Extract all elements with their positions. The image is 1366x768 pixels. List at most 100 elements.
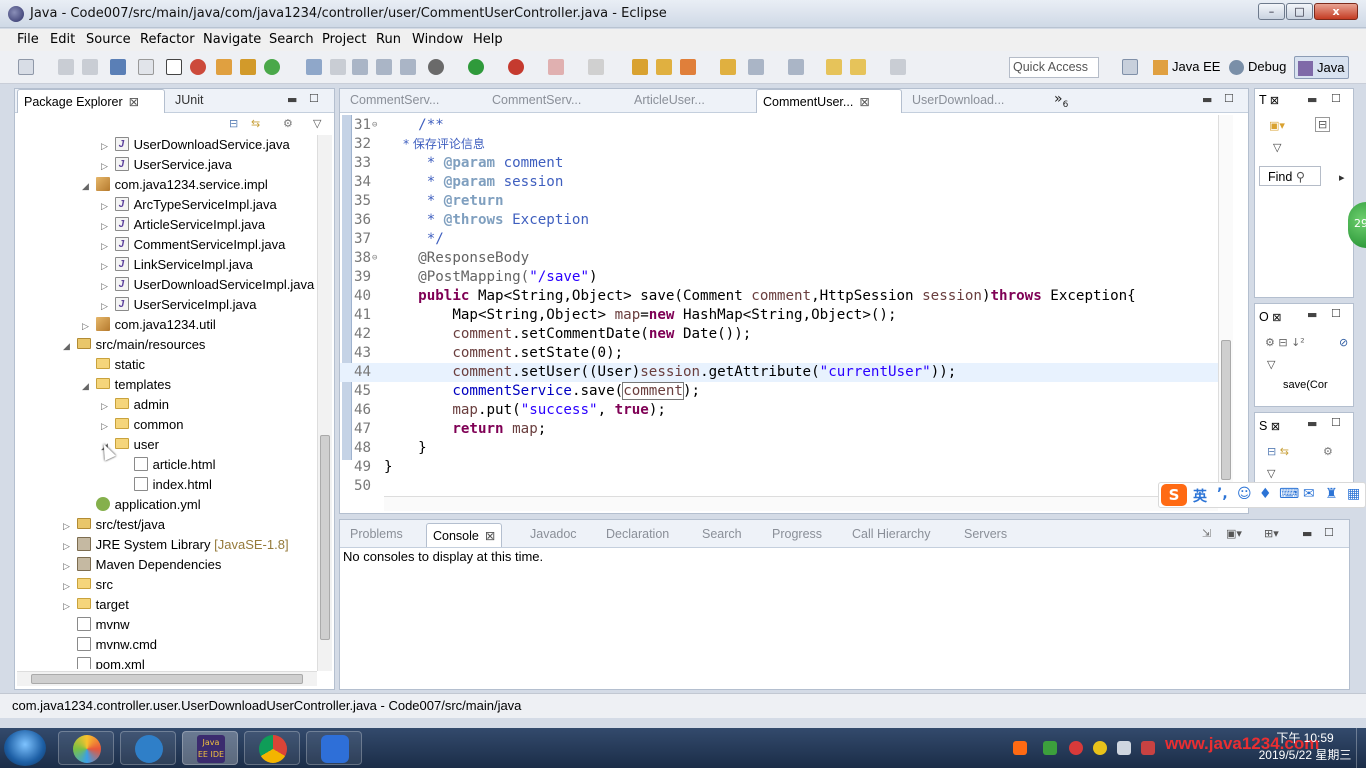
outline-item[interactable]: save(Cor (1283, 379, 1328, 391)
editor-tab[interactable]: CommentServ... (486, 89, 587, 113)
tab-javadoc[interactable]: Javadoc (524, 523, 583, 547)
layout-icon[interactable] (376, 59, 392, 75)
expand-icon[interactable]: ▷ (101, 217, 111, 235)
network-tray-icon[interactable] (1117, 741, 1131, 755)
tree-item[interactable]: ▷ admin (101, 396, 169, 416)
annotation-icon[interactable] (748, 59, 764, 75)
collapse-icon[interactable]: ◢ (82, 177, 92, 195)
expand-icon[interactable]: ▷ (63, 577, 73, 595)
open-folder-icon[interactable] (632, 59, 648, 75)
tree-item[interactable]: ▷ common (101, 416, 183, 436)
perspective-debug[interactable]: Debug (1226, 56, 1290, 79)
menu-refactor[interactable]: Refactor (140, 32, 195, 47)
scroll-thumb[interactable] (320, 435, 330, 640)
run-icon[interactable] (468, 59, 484, 75)
package-icon[interactable] (216, 59, 232, 75)
maximize-view-icon[interactable]: ☐ (1331, 416, 1341, 429)
expand-icon[interactable]: ▷ (101, 297, 111, 315)
maximize-view-icon[interactable]: ☐ (1324, 526, 1334, 539)
outline-tab[interactable]: O ⊠ (1259, 310, 1281, 324)
find-input[interactable]: Find ⚲ (1259, 166, 1321, 186)
class-icon[interactable] (240, 59, 256, 75)
sort-icon[interactable]: ⚙ ⊟ ↓² (1265, 336, 1305, 349)
editor-tabs-overflow[interactable]: »6 (1054, 91, 1068, 110)
back-icon[interactable] (850, 59, 866, 75)
flag-tray-icon[interactable] (1141, 741, 1155, 755)
taskbar-app-wps[interactable] (306, 731, 362, 765)
expand-icon[interactable]: ▷ (101, 157, 111, 175)
tree-item[interactable]: ▷ com.java1234.util (82, 316, 216, 336)
next-annotation-icon[interactable] (788, 59, 804, 75)
editor-tab[interactable]: ArticleUser... (628, 89, 711, 113)
toggle-mark-icon[interactable] (166, 59, 182, 75)
save-all-icon[interactable] (82, 59, 98, 75)
explorer-horizontal-scrollbar[interactable] (17, 671, 317, 686)
tree-item[interactable]: ▷ src/test/java (63, 516, 165, 536)
menu-navigate[interactable]: Navigate (203, 32, 261, 47)
tree-item[interactable]: ▷ Maven Dependencies (63, 556, 221, 576)
tab-servers[interactable]: Servers (958, 523, 1013, 547)
tab-package-explorer[interactable]: Package Explorer ⊠ (17, 89, 165, 113)
ime-toolbar[interactable]: S 英 ’, ☺ ♦ ⌨ ✉ ♜ ▦ (1158, 482, 1366, 508)
last-edit-icon[interactable] (826, 59, 842, 75)
save-icon[interactable] (58, 59, 74, 75)
pin-console-icon[interactable]: ⇲ (1202, 527, 1211, 540)
debug-icon[interactable] (428, 59, 444, 75)
security-tray-icon[interactable] (1043, 741, 1057, 755)
tree-item[interactable]: ▷ UserServiceImpl.java (101, 296, 256, 316)
editor-tab[interactable]: UserDownload... (906, 89, 1010, 113)
stop-icon[interactable] (548, 59, 564, 75)
tree-item[interactable]: ▷ ArticleServiceImpl.java (101, 216, 265, 236)
editor-tab[interactable]: CommentServ... (344, 89, 445, 113)
expand-icon[interactable]: ▷ (101, 417, 111, 435)
code-editor[interactable]: 31 ⊖ /** 32 * 保存评论信息 33 * @param comment … (340, 115, 1236, 496)
menu-run[interactable]: Run (376, 32, 401, 47)
tab-progress[interactable]: Progress (766, 523, 828, 547)
external-tools-icon[interactable] (588, 59, 604, 75)
menu-search[interactable]: Search (269, 32, 314, 47)
taskbar-app-photos[interactable] (58, 731, 114, 765)
close-icon[interactable]: ⊠ (129, 95, 139, 109)
new-icon[interactable] (18, 59, 34, 75)
spring-icon[interactable] (190, 59, 206, 75)
minimize-button[interactable]: – (1258, 3, 1285, 20)
maximize-view-icon[interactable]: ☐ (1331, 92, 1341, 105)
minimize-view-icon[interactable]: ▬ (1202, 93, 1212, 106)
expand-icon[interactable]: ▷ (101, 277, 111, 295)
perspective-java-ee[interactable]: Java EE (1150, 56, 1224, 79)
open-perspective-icon[interactable] (1122, 59, 1138, 75)
menu-source[interactable]: Source (86, 32, 131, 47)
tree-item[interactable]: ▷ UserDownloadService.java (101, 136, 290, 156)
system-clock[interactable]: 下午 10:59 2019/5/22 星期三 (1255, 730, 1355, 764)
minimize-view-icon[interactable]: ▬ (1307, 308, 1317, 321)
tree-item[interactable]: ▷ ArcTypeServiceImpl.java (101, 196, 277, 216)
perspective-java[interactable]: Java (1294, 56, 1350, 79)
plus-tray-icon[interactable] (1093, 741, 1107, 755)
minimize-view-icon[interactable]: ▬ (1307, 417, 1317, 430)
tree-item[interactable]: ▷ UserDownloadServiceImpl.java (101, 276, 314, 296)
collapse-icon[interactable]: ◢ (82, 377, 92, 395)
sogou-tray-icon[interactable] (1013, 741, 1027, 755)
tree-item[interactable]: ▷ JRE System Library [JavaSE-1.8] (63, 536, 289, 556)
menu-project[interactable]: Project (322, 32, 366, 47)
tree-item[interactable]: pom.xml (63, 656, 145, 669)
fold-icon[interactable]: ⊖ (372, 116, 377, 135)
maximize-button[interactable]: □ (1286, 3, 1313, 20)
refresh-icon[interactable] (264, 59, 280, 75)
scroll-thumb[interactable] (1221, 340, 1231, 480)
tree-item[interactable]: ▷ src (63, 576, 113, 596)
smiley-icon[interactable]: ☺ (1237, 486, 1252, 502)
tree-item[interactable]: mvnw (63, 616, 130, 636)
expand-icon[interactable]: ▷ (101, 137, 111, 155)
editor-horizontal-scrollbar[interactable] (384, 496, 1218, 511)
tree-item[interactable]: ▷ LinkServiceImpl.java (101, 256, 253, 276)
collapse-all-icon[interactable]: ⊟ ⇆ (1267, 445, 1289, 458)
hide-fields-icon[interactable]: ⊘ (1339, 336, 1348, 349)
menu-edit[interactable]: Edit (50, 32, 75, 47)
tab-junit[interactable]: JUnit (169, 89, 209, 113)
tree-item[interactable]: index.html (120, 476, 212, 496)
editor-vertical-scrollbar[interactable] (1218, 115, 1233, 496)
scroll-thumb[interactable] (31, 674, 303, 684)
minimize-view-icon[interactable]: ▬ (1307, 93, 1317, 106)
microphone-icon[interactable]: ♦ (1259, 486, 1272, 502)
